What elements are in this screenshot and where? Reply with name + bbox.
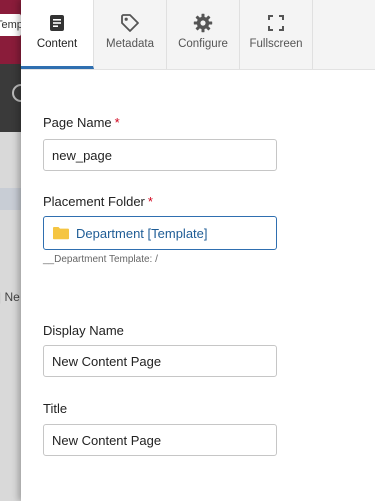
page-name-input[interactable]: [43, 139, 277, 171]
tab-configure-label: Configure: [178, 38, 228, 50]
fullscreen-icon: [266, 13, 286, 33]
page-name-label-text: Page Name: [43, 115, 112, 130]
placement-folder-label: Placement Folder *: [43, 194, 153, 209]
display-name-label: Display Name: [43, 323, 124, 338]
title-input[interactable]: [43, 424, 277, 456]
placement-folder-label-text: Placement Folder: [43, 194, 145, 209]
tab-fullscreen-label: Fullscreen: [249, 38, 303, 50]
placement-folder-picker[interactable]: Department [Template]: [43, 216, 277, 250]
display-name-input[interactable]: [43, 345, 277, 377]
panel-tabs: Content Metadata Configure Fullscreen: [21, 0, 375, 70]
required-marker: *: [147, 194, 153, 209]
background-text-fragment: | Ne: [0, 290, 20, 304]
tab-metadata[interactable]: Metadata: [94, 0, 167, 69]
required-marker: *: [114, 115, 120, 130]
document-icon: [47, 13, 67, 33]
title-label: Title: [43, 401, 68, 416]
tab-configure[interactable]: Configure: [167, 0, 240, 69]
tab-fullscreen[interactable]: Fullscreen: [240, 0, 313, 69]
background-band: [0, 188, 21, 210]
tab-content[interactable]: Content: [21, 0, 94, 69]
placement-folder-value: Department [Template]: [76, 225, 208, 241]
placement-folder-path: __Department Template: /: [43, 254, 158, 265]
tab-metadata-label: Metadata: [106, 38, 154, 50]
edit-panel: Content Metadata Configure Fullscreen Pa…: [21, 0, 375, 501]
tag-icon: [120, 13, 140, 33]
tab-content-label: Content: [36, 38, 78, 50]
folder-icon: [52, 226, 70, 240]
gear-icon: [193, 13, 213, 33]
page-name-label: Page Name *: [43, 115, 120, 130]
background-header-text: Templ: [0, 14, 21, 36]
